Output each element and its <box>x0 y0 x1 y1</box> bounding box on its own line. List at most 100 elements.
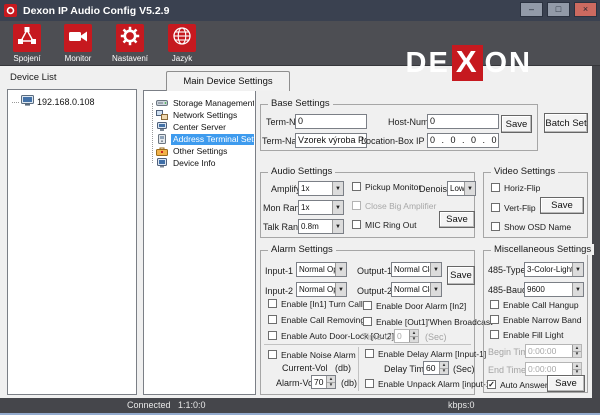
checkbox-box[interactable] <box>491 183 500 192</box>
nav-item-center-server[interactable]: Center Server <box>146 121 254 133</box>
auto-answer-checkbox[interactable]: ✓Auto Answer <box>487 380 548 390</box>
denoise-select[interactable]: Low ▼ <box>447 181 476 196</box>
checkbox-box[interactable] <box>268 299 277 308</box>
settings-nav-tree: Storage Management Network Settings Cent… <box>143 90 256 395</box>
alarm-vol-spinner[interactable]: 70 ▲▼ <box>311 375 336 389</box>
checkbox-box[interactable] <box>490 330 499 339</box>
dropdown-arrow-icon[interactable]: ▼ <box>430 263 441 276</box>
spinner-arrows-icon[interactable]: ▲▼ <box>326 376 335 388</box>
close-button[interactable]: × <box>574 2 597 17</box>
talk-range-select[interactable]: 0.8m ▼ <box>298 219 344 234</box>
show-osd-name-checkbox[interactable]: Show OSD Name <box>491 222 571 232</box>
enable-fill-light-checkbox[interactable]: Enable Fill Light <box>490 330 563 340</box>
vert-flip-checkbox[interactable]: Vert-Flip <box>491 203 536 213</box>
mon-range-select[interactable]: 1x ▼ <box>298 200 344 215</box>
dropdown-arrow-icon[interactable]: ▼ <box>572 263 583 276</box>
checkbox-box[interactable]: ✓ <box>487 380 496 389</box>
tab-main-device-settings[interactable]: Main Device Settings <box>166 71 290 91</box>
checkbox-box[interactable] <box>490 315 499 324</box>
nav-item-network-settings[interactable]: Network Settings <box>146 109 254 121</box>
minimize-button[interactable]: – <box>520 2 543 17</box>
logo-x-mark: X <box>452 45 483 81</box>
audio-settings-title: Audio Settings <box>268 166 335 177</box>
storage-icon <box>156 98 169 108</box>
checkbox-box[interactable] <box>352 220 361 229</box>
maximize-button[interactable]: □ <box>547 2 570 17</box>
gear-icon <box>120 26 140 51</box>
enable-noise-alarm-checkbox[interactable]: Enable Noise Alarm <box>268 350 356 360</box>
nav-item-other-settings[interactable]: Other Settings <box>146 145 254 157</box>
485-type-select[interactable]: 3-Color-Light ▼ <box>524 262 584 277</box>
enable-call-hangup-checkbox[interactable]: Enable Call Hangup <box>490 300 579 310</box>
location-box-ip-input[interactable]: 0 . 0 . 0 . 0 <box>427 133 499 148</box>
alarm-save-button[interactable]: Save <box>447 266 475 285</box>
toolbar-button-jazyk[interactable]: Jazyk <box>159 24 205 63</box>
device-info-icon <box>156 158 169 168</box>
network-settings-icon <box>156 110 169 120</box>
toolbar-button-nastaveni[interactable]: Nastavení <box>107 24 153 63</box>
dropdown-arrow-icon[interactable]: ▼ <box>335 283 346 296</box>
app-window: Dexon IP Audio Config V5.2.9 – □ × Spoje… <box>0 0 600 415</box>
device-list-item[interactable]: 192.168.0.108 <box>12 96 95 108</box>
checkbox-box[interactable] <box>268 350 277 359</box>
nav-item-device-info[interactable]: Device Info <box>146 157 254 169</box>
checkbox-box[interactable] <box>365 349 374 358</box>
amplify-select[interactable]: 1x ▼ <box>298 181 344 196</box>
host-num-label: Host-Num <box>388 117 429 127</box>
checkbox-box[interactable] <box>491 222 500 231</box>
nav-item-storage-management[interactable]: Storage Management <box>146 97 254 109</box>
toolbar-button-monitor[interactable]: Monitor <box>55 24 101 63</box>
checkbox-box[interactable] <box>363 317 372 326</box>
enable-narrow-band-checkbox[interactable]: Enable Narrow Band <box>490 315 581 325</box>
checkbox-box[interactable] <box>268 331 277 340</box>
enable-unpack-alarm-checkbox[interactable]: Enable Unpack Alarm [input-1] <box>365 379 493 389</box>
dropdown-arrow-icon[interactable]: ▼ <box>572 283 583 296</box>
location-box-ip-label: Location-Box IP <box>361 136 425 146</box>
base-save-button[interactable]: Save <box>501 115 532 133</box>
audio-save-button[interactable]: Save <box>439 211 475 228</box>
host-num-input[interactable]: 0 <box>427 114 499 129</box>
enable-in1-turn-call-checkbox[interactable]: Enable [In1] Turn Call <box>268 299 363 309</box>
spinner-arrows-icon: ▲▼ <box>572 363 581 375</box>
term-num-input[interactable]: 0 <box>295 114 367 129</box>
video-save-button[interactable]: Save <box>540 197 584 214</box>
dropdown-arrow-icon[interactable]: ▼ <box>332 182 343 195</box>
nav-item-address-terminal-settings[interactable]: Address Terminal Settings <box>146 133 254 145</box>
checkbox-box[interactable] <box>365 379 374 388</box>
485-type-label: 485-Type <box>488 265 526 275</box>
enable-out1-when-broadcast-checkbox[interactable]: Enable [Out1]'When Broadcast <box>363 317 492 327</box>
toolbar-button-spojeni[interactable]: Spojení <box>4 24 50 63</box>
485-baud-select[interactable]: 9600 ▼ <box>524 282 584 297</box>
device-ip: 192.168.0.108 <box>37 97 95 107</box>
output1-select[interactable]: Normal Close ▼ <box>391 262 442 277</box>
batch-set-button[interactable]: Batch Set <box>544 113 588 133</box>
enable-delay-alarm-checkbox[interactable]: Enable Delay Alarm [Input-1] <box>365 349 486 359</box>
input2-select[interactable]: Normal Open ▼ <box>296 282 347 297</box>
spinner-arrows-icon: ▲▼ <box>409 330 418 342</box>
spinner-arrows-icon[interactable]: ▲▼ <box>439 362 448 374</box>
dropdown-arrow-icon[interactable]: ▼ <box>430 283 441 296</box>
checkbox-box[interactable] <box>352 182 361 191</box>
checkbox-box[interactable] <box>363 301 372 310</box>
enable-call-removing-checkbox[interactable]: Enable Call Removing <box>268 315 365 325</box>
mic-ring-out-checkbox[interactable]: MIC Ring Out <box>352 220 417 230</box>
delay-time-spinner[interactable]: 60 ▲▼ <box>423 361 449 375</box>
dropdown-arrow-icon[interactable]: ▼ <box>464 182 475 195</box>
output2-select[interactable]: Normal Close ▼ <box>391 282 442 297</box>
dropdown-arrow-icon[interactable]: ▼ <box>332 201 343 214</box>
checkbox-box[interactable] <box>268 315 277 324</box>
dropdown-arrow-icon[interactable]: ▼ <box>332 220 343 233</box>
term-name-input[interactable]: Vzorek výroba PoE + a <box>295 133 367 148</box>
checkbox-box[interactable] <box>490 300 499 309</box>
globe-icon <box>172 26 192 51</box>
enable-door-alarm-checkbox[interactable]: Enable Door Alarm [In2] <box>363 301 466 311</box>
video-camera-icon <box>68 26 88 51</box>
titlebar: Dexon IP Audio Config V5.2.9 – □ × <box>0 0 600 21</box>
spinner-arrows-icon: ▲▼ <box>572 345 581 357</box>
pickup-monitor-checkbox[interactable]: Pickup Monitor <box>352 182 421 192</box>
input1-select[interactable]: Normal Open ▼ <box>296 262 347 277</box>
dropdown-arrow-icon[interactable]: ▼ <box>335 263 346 276</box>
checkbox-box[interactable] <box>491 203 500 212</box>
misc-save-button[interactable]: Save <box>547 375 585 392</box>
horiz-flip-checkbox[interactable]: Horiz-Flip <box>491 183 540 193</box>
